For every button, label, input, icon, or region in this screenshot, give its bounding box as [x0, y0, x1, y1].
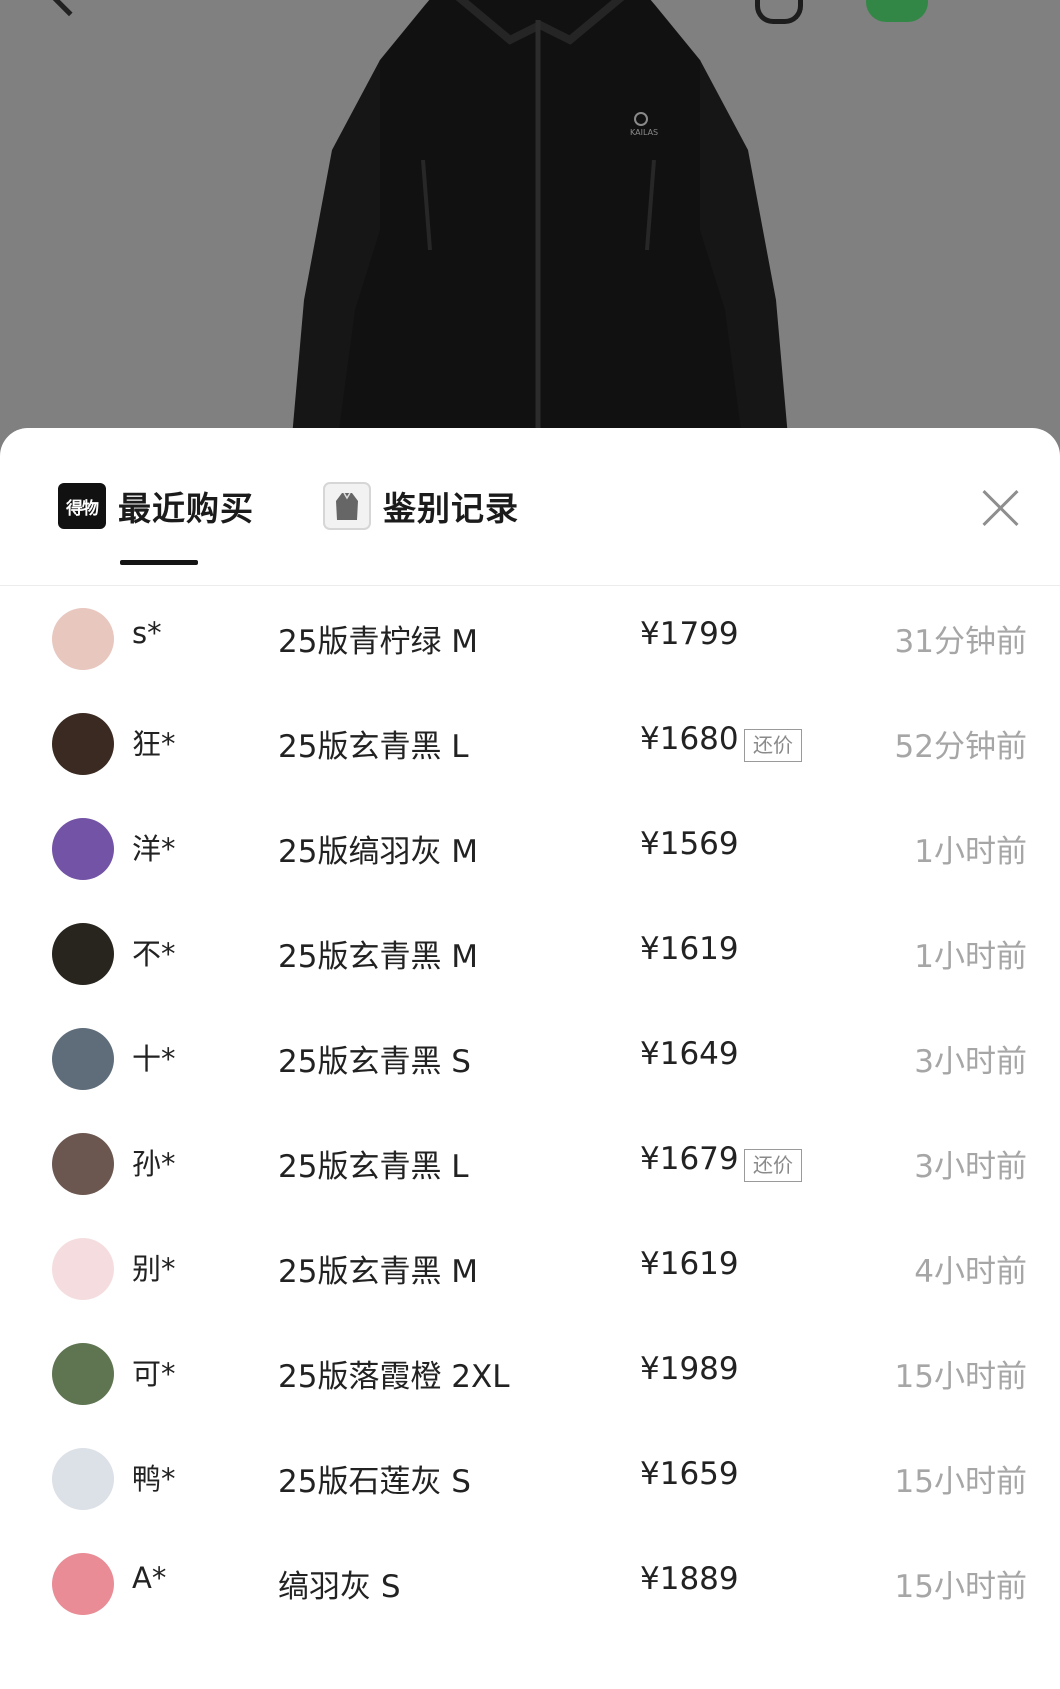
counter-offer-badge: 还价: [744, 1149, 802, 1182]
tab-recent-purchases-label: 最近购买: [118, 489, 254, 528]
purchased-item-spec: 缟羽灰 S: [278, 1569, 401, 1605]
jacket-thumbnail-icon: [323, 482, 371, 530]
purchase-record-row: 孙* 25版玄青黑 L ¥1679 还价 3小时前: [0, 1111, 1060, 1216]
purchase-record-row: 狂* 25版玄青黑 L ¥1680 还价 52分钟前: [0, 691, 1060, 796]
buyer-name: 鸭*: [132, 1462, 176, 1496]
purchased-item-spec: 25版缟羽灰 M: [278, 834, 479, 870]
user-avatar: [52, 1448, 114, 1510]
jacket-product-image: KAILAS: [290, 0, 790, 460]
purchase-time: 31分钟前: [894, 624, 1027, 660]
purchased-item-spec: 25版玄青黑 L: [278, 729, 469, 765]
purchase-price: ¥1659: [640, 1456, 739, 1492]
wechat-icon[interactable]: [866, 0, 928, 22]
purchase-price: ¥1889: [640, 1561, 739, 1597]
user-avatar: [52, 1553, 114, 1615]
buyer-name: 可*: [132, 1357, 176, 1391]
buyer-name: 别*: [132, 1252, 176, 1286]
purchase-time: 3小时前: [914, 1149, 1027, 1185]
user-avatar: [52, 1343, 114, 1405]
tab-authentication-records[interactable]: 鉴别记录: [323, 482, 519, 530]
close-icon[interactable]: [980, 488, 1020, 528]
buyer-name: 十*: [132, 1042, 176, 1076]
purchased-item-spec: 25版石莲灰 S: [278, 1464, 471, 1500]
purchase-time: 4小时前: [914, 1254, 1027, 1290]
purchase-price: ¥1989: [640, 1351, 739, 1387]
purchase-record-row: s* 25版青柠绿 M ¥1799 31分钟前: [0, 586, 1060, 691]
purchased-item-spec: 25版青柠绿 M: [278, 624, 479, 660]
purchase-time: 1小时前: [914, 939, 1027, 975]
purchased-item-spec: 25版玄青黑 S: [278, 1044, 471, 1080]
user-avatar: [52, 818, 114, 880]
purchase-price: ¥1619: [640, 1246, 739, 1282]
buyer-name: 洋*: [132, 832, 176, 866]
purchased-item-spec: 25版玄青黑 M: [278, 939, 479, 975]
tab-recent-purchases[interactable]: 得物 最近购买: [58, 482, 254, 530]
purchase-record-list: s* 25版青柠绿 M ¥1799 31分钟前 狂* 25版玄青黑 L ¥168…: [0, 586, 1060, 1636]
back-icon[interactable]: [47, 0, 91, 17]
purchase-time: 1小时前: [914, 834, 1027, 870]
purchase-time: 15小时前: [894, 1569, 1027, 1605]
buyer-name: 孙*: [132, 1147, 176, 1181]
purchase-record-row: 可* 25版落霞橙 2XL ¥1989 15小时前: [0, 1321, 1060, 1426]
purchased-item-spec: 25版落霞橙 2XL: [278, 1359, 510, 1395]
product-image-area: KAILAS: [0, 0, 1060, 460]
purchase-record-row: 不* 25版玄青黑 M ¥1619 1小时前: [0, 901, 1060, 1006]
user-avatar: [52, 1133, 114, 1195]
purchased-item-spec: 25版玄青黑 L: [278, 1149, 469, 1185]
buyer-name: 狂*: [132, 727, 176, 761]
buyer-name: s*: [132, 616, 162, 650]
tab-authentication-records-label: 鉴别记录: [383, 489, 519, 528]
purchase-record-row: 洋* 25版缟羽灰 M ¥1569 1小时前: [0, 796, 1060, 901]
purchase-price: ¥1679: [640, 1141, 739, 1177]
purchase-record-row: A* 缟羽灰 S ¥1889 15小时前: [0, 1531, 1060, 1636]
user-avatar: [52, 713, 114, 775]
purchase-time: 52分钟前: [894, 729, 1027, 765]
purchase-record-row: 鸭* 25版石莲灰 S ¥1659 15小时前: [0, 1426, 1060, 1531]
user-avatar: [52, 1028, 114, 1090]
purchase-time: 15小时前: [894, 1464, 1027, 1500]
counter-offer-badge: 还价: [744, 729, 802, 762]
purchased-item-spec: 25版玄青黑 M: [278, 1254, 479, 1290]
purchase-record-row: 别* 25版玄青黑 M ¥1619 4小时前: [0, 1216, 1060, 1321]
purchase-price: ¥1680: [640, 721, 739, 757]
purchase-price: ¥1569: [640, 826, 739, 862]
purchase-record-row: 十* 25版玄青黑 S ¥1649 3小时前: [0, 1006, 1060, 1111]
buyer-name: 不*: [132, 937, 176, 971]
dewu-logo-icon: 得物: [58, 483, 106, 529]
purchase-price: ¥1799: [640, 616, 739, 652]
tab-bar: 得物 最近购买 鉴别记录: [0, 428, 1060, 586]
user-avatar: [52, 1238, 114, 1300]
recent-purchases-sheet: 得物 最近购买 鉴别记录 s* 25版青柠绿 M ¥1799 31分钟前 狂* …: [0, 428, 1060, 1689]
purchase-price: ¥1619: [640, 931, 739, 967]
purchase-time: 15小时前: [894, 1359, 1027, 1395]
jacket-brand-logo: KAILAS: [630, 128, 658, 137]
buyer-name: A*: [132, 1561, 167, 1595]
purchase-time: 3小时前: [914, 1044, 1027, 1080]
active-tab-indicator: [120, 560, 198, 565]
user-avatar: [52, 608, 114, 670]
user-avatar: [52, 923, 114, 985]
purchase-price: ¥1649: [640, 1036, 739, 1072]
